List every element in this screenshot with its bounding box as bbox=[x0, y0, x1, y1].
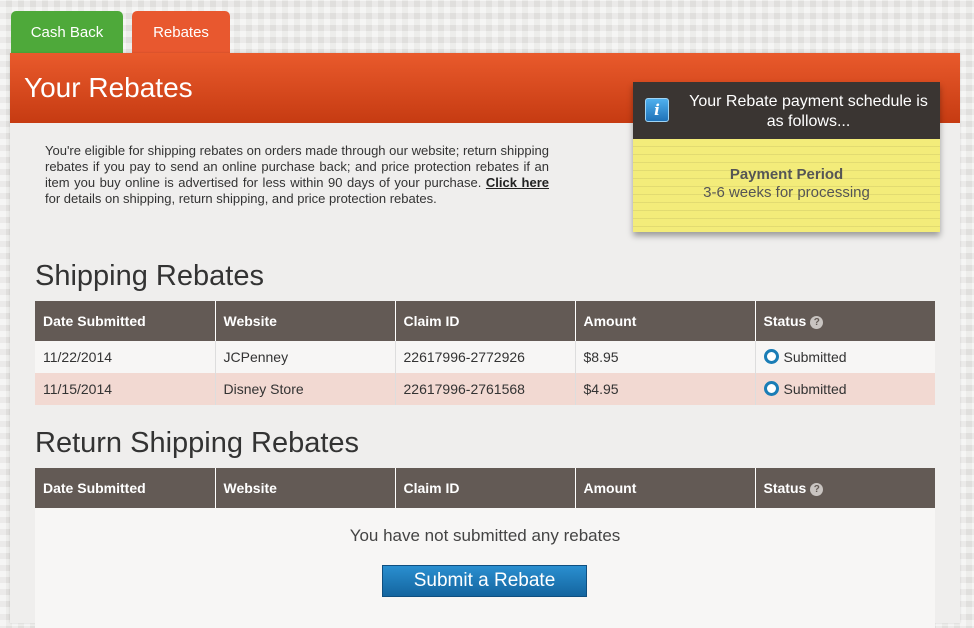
shipping-rebates-table: Date Submitted Website Claim ID Amount S… bbox=[35, 301, 935, 405]
note-header: i Your Rebate payment schedule is as fol… bbox=[633, 82, 940, 139]
page-title: Your Rebates bbox=[24, 72, 193, 103]
col-website: Website bbox=[215, 301, 396, 341]
tab-cash-back-label: Cash Back bbox=[30, 24, 104, 41]
rebates-panel: Your Rebates You're eligible for shippin… bbox=[10, 53, 960, 628]
cell-status: Submitted bbox=[755, 341, 935, 373]
table-row: 11/15/2014 Disney Store 22617996-2761568… bbox=[35, 373, 935, 405]
status-circle-icon bbox=[763, 349, 779, 365]
empty-state: You have not submitted any rebates Submi… bbox=[35, 508, 935, 628]
tab-cash-back[interactable]: Cash Back bbox=[11, 11, 123, 54]
table-row: 11/22/2014 JCPenney 22617996-2772926 $8.… bbox=[35, 341, 935, 373]
help-icon[interactable]: ? bbox=[810, 482, 824, 496]
cell-date: 11/15/2014 bbox=[35, 373, 216, 405]
intro-text-after: for details on shipping, return shipping… bbox=[45, 191, 437, 206]
col-amount: Amount bbox=[575, 468, 756, 508]
info-icon: i bbox=[645, 98, 669, 122]
payment-schedule-note: i Your Rebate payment schedule is as fol… bbox=[633, 82, 940, 232]
table-header-row: Date Submitted Website Claim ID Amount S… bbox=[35, 301, 935, 341]
tab-rebates[interactable]: Rebates bbox=[132, 11, 230, 54]
note-body: Payment Period 3-6 weeks for processing bbox=[633, 139, 940, 232]
col-status-label: Status bbox=[763, 480, 807, 496]
payment-period-label: Payment Period bbox=[729, 166, 844, 183]
col-date-submitted: Date Submitted bbox=[35, 301, 216, 341]
table-header-row: Date Submitted Website Claim ID Amount S… bbox=[35, 468, 935, 508]
return-shipping-rebates-heading: Return Shipping Rebates bbox=[35, 427, 360, 459]
col-amount: Amount bbox=[575, 301, 756, 341]
col-status-label: Status bbox=[763, 313, 807, 329]
cell-website: JCPenney bbox=[215, 341, 396, 373]
cell-status-text: Submitted bbox=[783, 380, 847, 397]
intro-text-before: You're eligible for shipping rebates on … bbox=[45, 143, 549, 190]
return-shipping-rebates-table: Date Submitted Website Claim ID Amount S… bbox=[35, 468, 935, 508]
submit-rebate-button[interactable]: Submit a Rebate bbox=[382, 565, 587, 597]
payment-period-value: 3-6 weeks for processing bbox=[703, 184, 870, 201]
cell-status: Submitted bbox=[755, 373, 935, 405]
col-date-submitted: Date Submitted bbox=[35, 468, 216, 508]
cell-amount: $8.95 bbox=[575, 341, 756, 373]
cell-claim-id: 22617996-2772926 bbox=[395, 341, 576, 373]
col-claim-id: Claim ID bbox=[395, 301, 576, 341]
col-website: Website bbox=[215, 468, 396, 508]
cell-date: 11/22/2014 bbox=[35, 341, 216, 373]
status-circle-icon bbox=[763, 381, 779, 397]
col-status: Status? bbox=[755, 301, 935, 341]
intro-paragraph: You're eligible for shipping rebates on … bbox=[45, 143, 549, 207]
col-claim-id: Claim ID bbox=[395, 468, 576, 508]
note-header-text: Your Rebate payment schedule is as follo… bbox=[689, 93, 928, 130]
details-link[interactable]: Click here bbox=[486, 175, 549, 190]
help-icon[interactable]: ? bbox=[810, 315, 824, 329]
empty-state-text: You have not submitted any rebates bbox=[349, 526, 621, 545]
tab-rebates-label: Rebates bbox=[153, 24, 209, 41]
cell-amount: $4.95 bbox=[575, 373, 756, 405]
col-status: Status? bbox=[755, 468, 935, 508]
cell-website: Disney Store bbox=[215, 373, 396, 405]
cell-claim-id: 22617996-2761568 bbox=[395, 373, 576, 405]
shipping-rebates-heading: Shipping Rebates bbox=[35, 260, 264, 292]
cell-status-text: Submitted bbox=[783, 348, 847, 365]
